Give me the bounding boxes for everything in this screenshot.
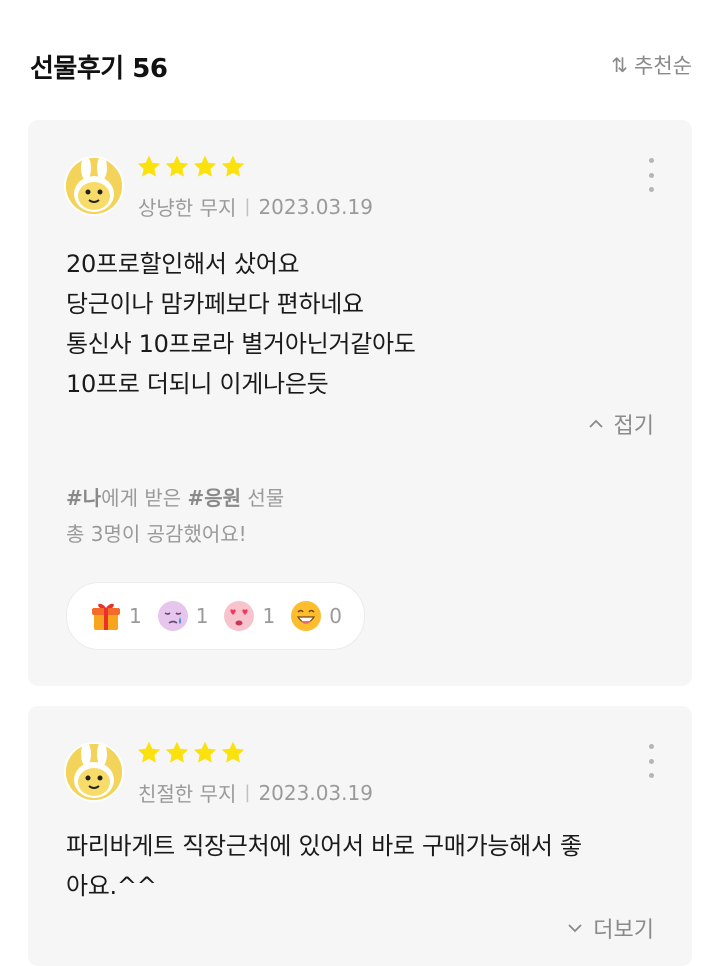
muzi-avatar-icon [66, 158, 122, 214]
star-rating [136, 740, 246, 766]
dot [648, 158, 654, 163]
review-card: 상냥한 무지 | 2023.03.19 20프로할인해서 샀어요 당근이나 맘카… [28, 120, 692, 686]
avatar [66, 158, 122, 214]
collapse-button[interactable]: 접기 [588, 408, 654, 440]
star-icon [221, 741, 245, 763]
expand-label: 더보기 [593, 918, 654, 943]
dot [648, 773, 654, 778]
gift-text: 에게 받은 [101, 486, 188, 510]
review-line: 20프로할인해서 샀어요 [66, 250, 300, 278]
more-options-button[interactable] [646, 158, 656, 192]
star-icon [165, 741, 189, 763]
laughing-emoji-icon [291, 601, 322, 631]
gift-recipient-tag: #나 [66, 486, 102, 510]
review-line: 당근이나 맘카페보다 편하네요 [66, 290, 364, 318]
divider: | [244, 782, 251, 803]
gift-occasion-tag: #응원 [187, 486, 242, 510]
dot [648, 758, 654, 764]
review-line: 10프로 더되니 이게나은듯 [66, 370, 329, 398]
review-body: 파리바게트 직장근처에 있어서 바로 구매가능해서 좋 아요.^^ [66, 826, 666, 906]
star-icon [137, 741, 161, 763]
collapse-label: 접기 [613, 414, 654, 439]
star-icon [165, 155, 189, 177]
dot [648, 172, 654, 178]
reaction-count: 1 [195, 604, 209, 628]
star-icon [137, 155, 161, 177]
crying-emoji-icon [157, 601, 188, 631]
review-line: 통신사 10프로라 별거아닌거같아도 [66, 330, 416, 358]
star-icon [193, 155, 217, 177]
gift-info: #나에게 받은 #응원 선물 총 3명이 공감했어요! [66, 480, 284, 552]
reaction-bar: 1 1 1 0 [66, 582, 365, 650]
reaction-gift[interactable]: 1 [89, 599, 142, 633]
gift-text-end: 선물 [241, 486, 285, 510]
star-icon [193, 741, 217, 763]
review-line: 파리바게트 직장근처에 있어서 바로 구매가능해서 좋 [66, 832, 582, 860]
chevron-up-icon [588, 419, 603, 428]
sort-label: 추천순 [634, 54, 692, 78]
review-line: 아요.^^ [66, 872, 157, 900]
gift-description: #나에게 받은 #응원 선물 [66, 480, 284, 516]
reaction-laugh[interactable]: 0 [289, 599, 342, 633]
expand-button[interactable]: 더보기 [567, 912, 654, 944]
more-options-button[interactable] [646, 744, 656, 778]
review-card: 친절한 무지 | 2023.03.19 파리바게트 직장근처에 있어서 바로 구… [28, 706, 692, 966]
author-line: 상냥한 무지 | 2023.03.19 [138, 192, 373, 221]
review-body: 20프로할인해서 샀어요 당근이나 맘카페보다 편하네요 통신사 10프로라 별… [66, 244, 666, 404]
star-rating [136, 154, 246, 180]
dot [648, 744, 654, 749]
empathy-count: 총 3명이 공감했어요! [66, 522, 247, 546]
reaction-sad[interactable]: 1 [156, 599, 209, 633]
reaction-love[interactable]: 1 [222, 599, 275, 633]
reaction-count: 1 [262, 604, 276, 628]
avatar [66, 744, 122, 800]
review-date: 2023.03.19 [258, 194, 373, 219]
sort-button[interactable]: ⇅ 추천순 [611, 50, 692, 80]
reviews-header: 선물후기 56 ⇅ 추천순 [0, 0, 720, 120]
sort-arrows-icon: ⇅ [611, 53, 629, 77]
muzi-avatar-icon [66, 744, 122, 800]
star-icon [221, 155, 245, 177]
reaction-count: 0 [329, 604, 342, 628]
chevron-down-icon [568, 924, 582, 933]
author-name: 상냥한 무지 [138, 196, 237, 220]
review-date: 2023.03.19 [258, 780, 373, 805]
reaction-count: 1 [129, 604, 142, 628]
section-title: 선물후기 56 [30, 54, 168, 84]
author-line: 친절한 무지 | 2023.03.19 [138, 778, 373, 807]
author-name: 친절한 무지 [138, 782, 237, 806]
heart-eyes-emoji-icon [224, 601, 255, 631]
dot [648, 187, 654, 192]
divider: | [244, 196, 251, 217]
gift-emoji-icon [92, 603, 120, 630]
